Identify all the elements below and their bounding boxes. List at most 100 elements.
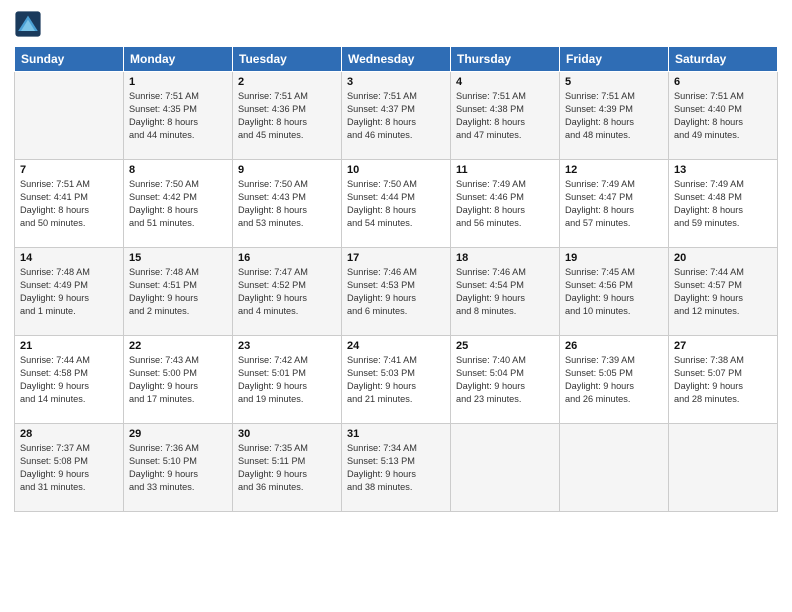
day-number: 5 [565,76,663,88]
calendar-header-row: SundayMondayTuesdayWednesdayThursdayFrid… [15,47,778,72]
logo-icon [14,10,42,38]
day-number: 1 [129,76,227,88]
calendar-cell: 2 Sunrise: 7:51 AMSunset: 4:36 PMDaylight… [233,72,342,160]
cell-info: Sunrise: 7:51 AMSunset: 4:41 PMDaylight:… [20,178,118,230]
cell-info: Sunrise: 7:49 AMSunset: 4:47 PMDaylight:… [565,178,663,230]
weekday-header: Tuesday [233,47,342,72]
calendar-cell: 21 Sunrise: 7:44 AMSunset: 4:58 PMDayligh… [15,336,124,424]
calendar-cell: 26 Sunrise: 7:39 AMSunset: 5:05 PMDayligh… [560,336,669,424]
day-number: 27 [674,340,772,352]
calendar-cell: 23 Sunrise: 7:42 AMSunset: 5:01 PMDayligh… [233,336,342,424]
calendar-cell [451,424,560,512]
day-number: 25 [456,340,554,352]
day-number: 7 [20,164,118,176]
day-number: 21 [20,340,118,352]
cell-info: Sunrise: 7:38 AMSunset: 5:07 PMDaylight:… [674,354,772,406]
weekday-header: Sunday [15,47,124,72]
cell-info: Sunrise: 7:44 AMSunset: 4:58 PMDaylight:… [20,354,118,406]
cell-info: Sunrise: 7:44 AMSunset: 4:57 PMDaylight:… [674,266,772,318]
calendar-cell: 5 Sunrise: 7:51 AMSunset: 4:39 PMDaylight… [560,72,669,160]
day-number: 20 [674,252,772,264]
weekday-header: Friday [560,47,669,72]
calendar-cell: 30Sunrise: 7:35 AMSunset: 5:11 PMDayligh… [233,424,342,512]
cell-info: Sunrise: 7:51 AMSunset: 4:35 PMDaylight:… [129,90,227,142]
calendar-cell: 1 Sunrise: 7:51 AMSunset: 4:35 PMDaylight… [124,72,233,160]
day-number: 31 [347,428,445,440]
cell-info: Sunrise: 7:51 AMSunset: 4:38 PMDaylight:… [456,90,554,142]
cell-info: Sunrise: 7:41 AMSunset: 5:03 PMDaylight:… [347,354,445,406]
cell-info: Sunrise: 7:35 AMSunset: 5:11 PMDaylight:… [238,442,336,494]
calendar-table: SundayMondayTuesdayWednesdayThursdayFrid… [14,46,778,512]
cell-info: Sunrise: 7:51 AMSunset: 4:36 PMDaylight:… [238,90,336,142]
day-number: 4 [456,76,554,88]
calendar-cell: 11Sunrise: 7:49 AMSunset: 4:46 PMDayligh… [451,160,560,248]
day-number: 19 [565,252,663,264]
day-number: 23 [238,340,336,352]
day-number: 11 [456,164,554,176]
weekday-header: Saturday [669,47,778,72]
calendar-cell: 22 Sunrise: 7:43 AMSunset: 5:00 PMDayligh… [124,336,233,424]
calendar-cell: 6 Sunrise: 7:51 AMSunset: 4:40 PMDaylight… [669,72,778,160]
calendar-week-row: 1 Sunrise: 7:51 AMSunset: 4:35 PMDaylight… [15,72,778,160]
cell-info: Sunrise: 7:45 AMSunset: 4:56 PMDaylight:… [565,266,663,318]
day-number: 22 [129,340,227,352]
calendar-body: 1 Sunrise: 7:51 AMSunset: 4:35 PMDaylight… [15,72,778,512]
calendar-cell: 29Sunrise: 7:36 AMSunset: 5:10 PMDayligh… [124,424,233,512]
cell-info: Sunrise: 7:50 AMSunset: 4:43 PMDaylight:… [238,178,336,230]
cell-info: Sunrise: 7:51 AMSunset: 4:40 PMDaylight:… [674,90,772,142]
cell-info: Sunrise: 7:43 AMSunset: 5:00 PMDaylight:… [129,354,227,406]
cell-info: Sunrise: 7:40 AMSunset: 5:04 PMDaylight:… [456,354,554,406]
cell-info: Sunrise: 7:34 AMSunset: 5:13 PMDaylight:… [347,442,445,494]
calendar-cell [669,424,778,512]
header [14,10,778,38]
calendar-cell: 13 Sunrise: 7:49 AMSunset: 4:48 PMDayligh… [669,160,778,248]
cell-info: Sunrise: 7:47 AMSunset: 4:52 PMDaylight:… [238,266,336,318]
page-container: SundayMondayTuesdayWednesdayThursdayFrid… [0,0,792,522]
day-number: 14 [20,252,118,264]
calendar-week-row: 14 Sunrise: 7:48 AMSunset: 4:49 PMDayligh… [15,248,778,336]
cell-info: Sunrise: 7:39 AMSunset: 5:05 PMDaylight:… [565,354,663,406]
day-number: 13 [674,164,772,176]
cell-info: Sunrise: 7:50 AMSunset: 4:44 PMDaylight:… [347,178,445,230]
cell-info: Sunrise: 7:46 AMSunset: 4:53 PMDaylight:… [347,266,445,318]
calendar-cell: 15Sunrise: 7:48 AMSunset: 4:51 PMDayligh… [124,248,233,336]
logo [14,10,46,38]
day-number: 29 [129,428,227,440]
day-number: 26 [565,340,663,352]
calendar-cell: 9Sunrise: 7:50 AMSunset: 4:43 PMDaylight… [233,160,342,248]
calendar-cell: 18 Sunrise: 7:46 AMSunset: 4:54 PMDayligh… [451,248,560,336]
day-number: 10 [347,164,445,176]
cell-info: Sunrise: 7:49 AMSunset: 4:48 PMDaylight:… [674,178,772,230]
calendar-cell: 17 Sunrise: 7:46 AMSunset: 4:53 PMDayligh… [342,248,451,336]
calendar-week-row: 28Sunrise: 7:37 AMSunset: 5:08 PMDayligh… [15,424,778,512]
calendar-cell: 8Sunrise: 7:50 AMSunset: 4:42 PMDaylight… [124,160,233,248]
day-number: 2 [238,76,336,88]
day-number: 18 [456,252,554,264]
calendar-cell: 31 Sunrise: 7:34 AMSunset: 5:13 PMDayligh… [342,424,451,512]
day-number: 17 [347,252,445,264]
cell-info: Sunrise: 7:50 AMSunset: 4:42 PMDaylight:… [129,178,227,230]
calendar-cell: 12 Sunrise: 7:49 AMSunset: 4:47 PMDayligh… [560,160,669,248]
day-number: 6 [674,76,772,88]
calendar-week-row: 21 Sunrise: 7:44 AMSunset: 4:58 PMDayligh… [15,336,778,424]
cell-info: Sunrise: 7:48 AMSunset: 4:49 PMDaylight:… [20,266,118,318]
calendar-week-row: 7 Sunrise: 7:51 AMSunset: 4:41 PMDaylight… [15,160,778,248]
day-number: 28 [20,428,118,440]
calendar-cell [560,424,669,512]
calendar-cell: 20 Sunrise: 7:44 AMSunset: 4:57 PMDayligh… [669,248,778,336]
calendar-cell: 14 Sunrise: 7:48 AMSunset: 4:49 PMDayligh… [15,248,124,336]
calendar-cell: 4 Sunrise: 7:51 AMSunset: 4:38 PMDaylight… [451,72,560,160]
cell-info: Sunrise: 7:51 AMSunset: 4:37 PMDaylight:… [347,90,445,142]
cell-info: Sunrise: 7:42 AMSunset: 5:01 PMDaylight:… [238,354,336,406]
cell-info: Sunrise: 7:46 AMSunset: 4:54 PMDaylight:… [456,266,554,318]
cell-info: Sunrise: 7:48 AMSunset: 4:51 PMDaylight:… [129,266,227,318]
cell-info: Sunrise: 7:51 AMSunset: 4:39 PMDaylight:… [565,90,663,142]
calendar-cell: 28Sunrise: 7:37 AMSunset: 5:08 PMDayligh… [15,424,124,512]
calendar-cell: 25 Sunrise: 7:40 AMSunset: 5:04 PMDayligh… [451,336,560,424]
calendar-cell [15,72,124,160]
calendar-cell: 27 Sunrise: 7:38 AMSunset: 5:07 PMDayligh… [669,336,778,424]
day-number: 12 [565,164,663,176]
calendar-cell: 24Sunrise: 7:41 AMSunset: 5:03 PMDayligh… [342,336,451,424]
day-number: 3 [347,76,445,88]
weekday-header: Wednesday [342,47,451,72]
